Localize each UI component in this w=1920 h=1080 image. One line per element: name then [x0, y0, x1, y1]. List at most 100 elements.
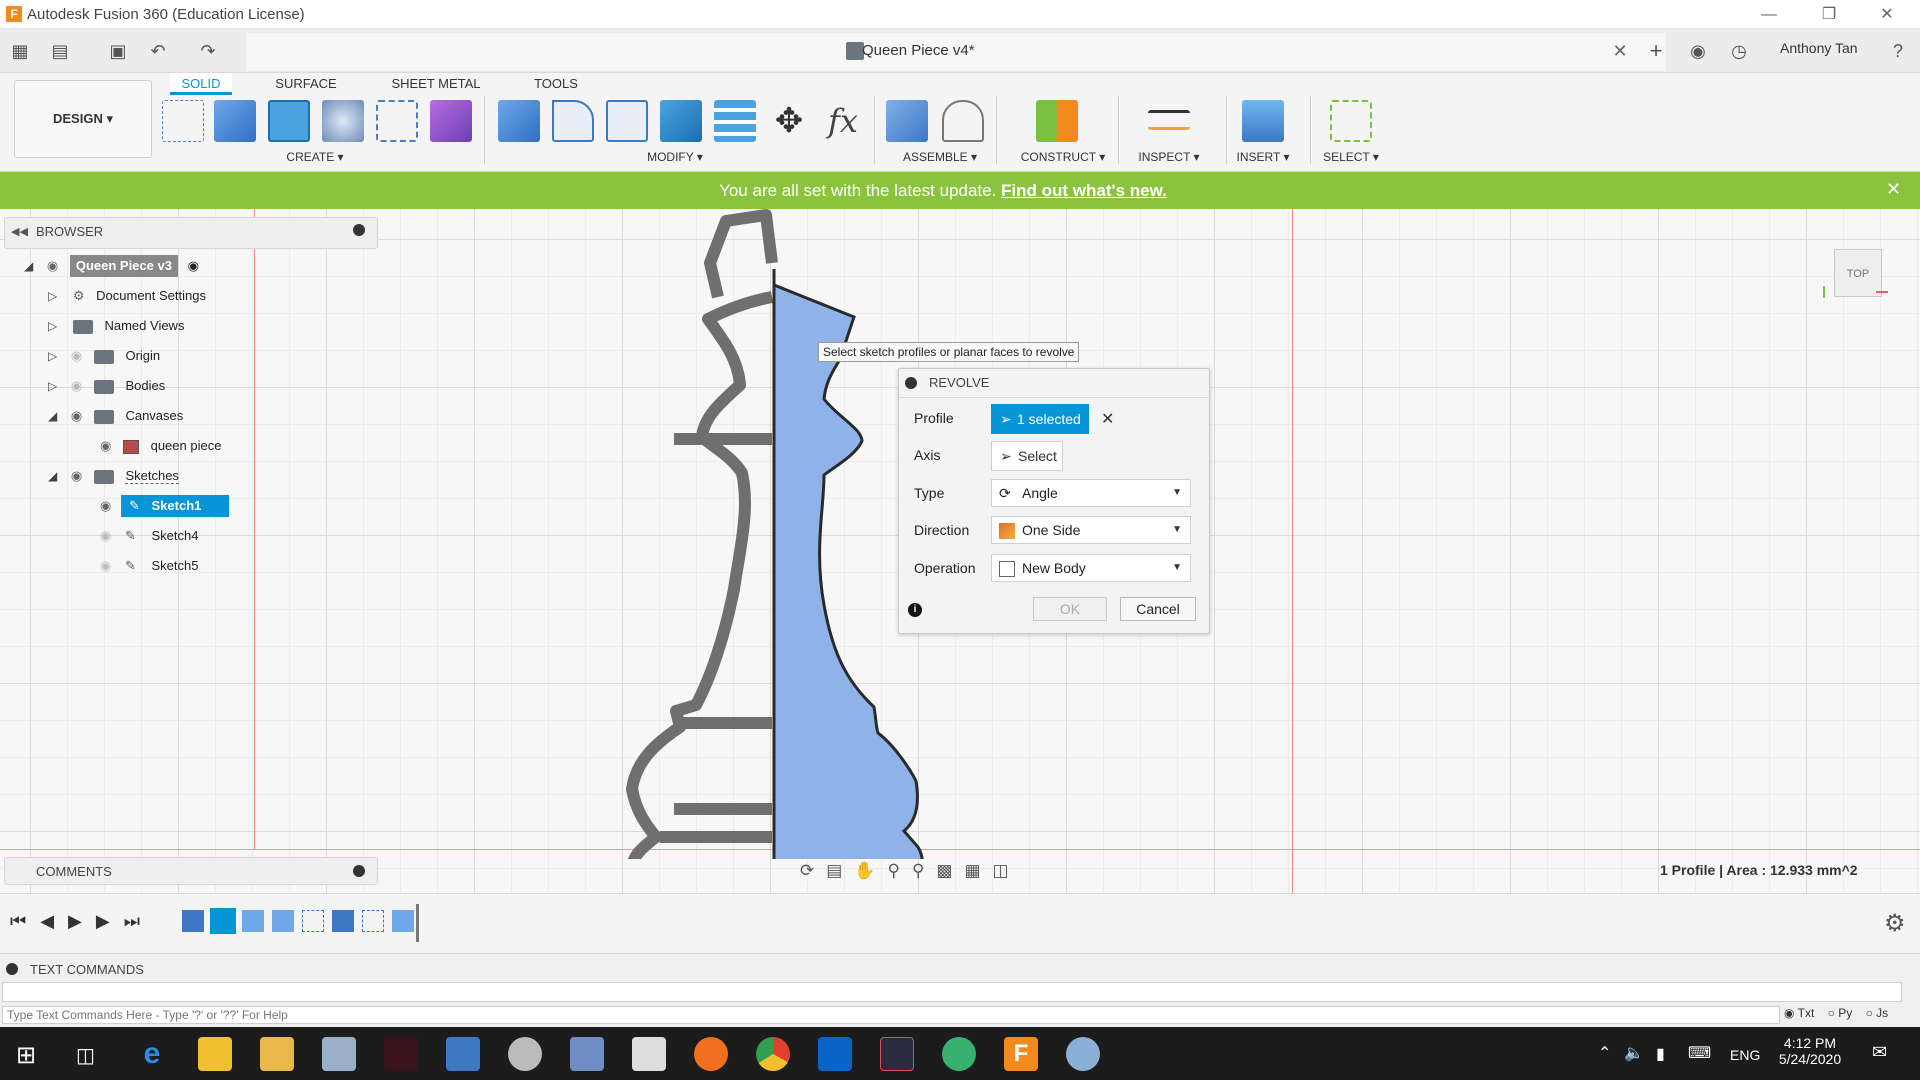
timeline-revolve-icon[interactable]	[272, 910, 294, 932]
tab-sheet-metal[interactable]: SHEET METAL	[386, 73, 486, 95]
task-view-icon[interactable]: ◫	[76, 1043, 95, 1068]
visibility-eye-icon[interactable]: ◉	[47, 258, 58, 273]
move-icon[interactable]: ✥	[768, 100, 810, 142]
text-command-input[interactable]	[2, 1006, 1780, 1024]
timeline-sketch-icon[interactable]	[302, 910, 324, 932]
file-explorer-icon[interactable]	[260, 1037, 294, 1071]
save-icon[interactable]: ▣	[106, 39, 130, 63]
tab-solid[interactable]: SOLID	[170, 73, 232, 95]
windows-start-icon[interactable]: ⊞	[16, 1041, 36, 1070]
direction-dropdown[interactable]: One Side ▼	[991, 516, 1191, 544]
pan-icon[interactable]: ✋	[854, 861, 887, 880]
redo-icon[interactable]: ↷	[196, 39, 220, 63]
rectangular-pattern-icon[interactable]	[376, 100, 418, 142]
taskbar-app-icon[interactable]	[384, 1037, 418, 1071]
collapse-triangle-icon[interactable]: ◢	[24, 259, 33, 273]
parameters-icon[interactable]: fx	[822, 100, 864, 142]
clear-selection-icon[interactable]: ✕	[1101, 409, 1114, 429]
fillet-icon[interactable]	[552, 100, 594, 142]
browser-item-sketch5[interactable]: ◉ ✎ Sketch5	[100, 555, 198, 577]
browser-item-named-views[interactable]: ▷ Named Views	[48, 315, 184, 337]
orbit-icon[interactable]: ⟳	[800, 861, 826, 880]
grid-settings-icon[interactable]: ▦	[964, 861, 992, 880]
insert-canvas-icon[interactable]	[1242, 100, 1284, 142]
visibility-eye-icon[interactable]: ◉	[71, 408, 82, 423]
expand-triangle-icon[interactable]: ▷	[48, 319, 57, 333]
hole-icon[interactable]	[322, 100, 364, 142]
taskbar-app-icon[interactable]	[322, 1037, 356, 1071]
fit-icon[interactable]: ⚲	[912, 861, 936, 880]
split-body-icon[interactable]	[714, 100, 756, 142]
step-forward-icon[interactable]: ▶	[96, 911, 124, 931]
browser-item-queen-piece[interactable]: ◉ queen piece	[100, 435, 221, 457]
type-dropdown[interactable]: ⟳ Angle ▼	[991, 479, 1191, 507]
timeline-revolve-icon[interactable]	[242, 910, 264, 932]
construct-group-label[interactable]: CONSTRUCT ▾	[1008, 150, 1118, 164]
modify-group-label[interactable]: MODIFY ▾	[630, 150, 720, 164]
file-menu-icon[interactable]: ▤	[48, 39, 72, 63]
joint-icon[interactable]	[942, 100, 984, 142]
hidden-eye-icon[interactable]: ◉	[100, 528, 111, 543]
browser-item-document-settings[interactable]: ▷ ⚙ Document Settings	[48, 285, 206, 307]
inspect-group-label[interactable]: INSPECT ▾	[1124, 150, 1214, 164]
visibility-eye-icon[interactable]: ◉	[100, 498, 111, 513]
create-sketch-icon[interactable]	[162, 100, 204, 142]
job-status-icon[interactable]: ◷	[1727, 39, 1751, 63]
visibility-eye-icon[interactable]: ◉	[100, 438, 111, 453]
browser-item-bodies[interactable]: ▷ ◉ Bodies	[48, 375, 165, 397]
radio-js[interactable]: ○	[1866, 1006, 1873, 1020]
timeline-sketch-selected-icon[interactable]	[210, 908, 236, 934]
add-comment-icon[interactable]	[353, 865, 365, 877]
notifications-icon[interactable]: ✉	[1872, 1042, 1887, 1063]
press-pull-icon[interactable]	[498, 100, 540, 142]
chamfer-icon[interactable]	[606, 100, 648, 142]
go-to-end-icon[interactable]: ⏭	[124, 911, 154, 931]
profile-selector[interactable]: ➢ 1 selected	[991, 404, 1089, 434]
close-tab-icon[interactable]: ✕	[1608, 39, 1632, 63]
queen-piece-sketch[interactable]	[600, 209, 940, 859]
volume-icon[interactable]: 🔈	[1624, 1043, 1644, 1063]
timeline-marker[interactable]	[416, 904, 419, 942]
viewcube[interactable]: TOP	[1834, 249, 1882, 297]
collapse-dialog-icon[interactable]	[905, 377, 917, 389]
expand-triangle-icon[interactable]: ▷	[48, 379, 57, 393]
new-tab-icon[interactable]: +	[1644, 39, 1668, 63]
assemble-group-label[interactable]: ASSEMBLE ▾	[890, 150, 990, 164]
taskbar-app-icon[interactable]	[570, 1037, 604, 1071]
browser-root[interactable]: ◢ ◉ Queen Piece v3 ◉	[24, 255, 264, 277]
hidden-eye-icon[interactable]: ◉	[71, 348, 82, 363]
minimize-button[interactable]: —	[1754, 4, 1784, 26]
measure-icon[interactable]	[1148, 110, 1190, 130]
browser-item-sketches[interactable]: ◢ ◉ Sketches	[48, 465, 179, 487]
look-at-icon[interactable]: ▤	[826, 861, 854, 880]
cancel-button[interactable]: Cancel	[1120, 597, 1196, 621]
play-icon[interactable]: ▶	[68, 911, 96, 931]
step-back-icon[interactable]: ◀	[40, 911, 68, 931]
select-group-label[interactable]: SELECT ▾	[1306, 150, 1396, 164]
outlook-icon[interactable]	[818, 1037, 852, 1071]
timeline-sketch-icon[interactable]	[362, 910, 384, 932]
app-grid-icon[interactable]: ▦	[8, 39, 32, 63]
extrude-icon[interactable]	[214, 100, 256, 142]
show-hidden-icons[interactable]: ⌃	[1598, 1043, 1611, 1063]
navigation-bar[interactable]: ⟳▤✋⚲⚲▩▦◫	[800, 861, 1100, 883]
revolve-icon[interactable]	[268, 100, 310, 142]
info-icon[interactable]: i	[908, 603, 922, 617]
close-window-button[interactable]: ✕	[1872, 4, 1902, 26]
tab-surface[interactable]: SURFACE	[270, 73, 342, 95]
firefox-icon[interactable]	[694, 1037, 728, 1071]
taskbar-app-icon[interactable]	[942, 1037, 976, 1071]
go-to-start-icon[interactable]: ⏮	[10, 911, 40, 931]
edge-browser-icon[interactable]: e	[135, 1037, 169, 1071]
insert-group-label[interactable]: INSERT ▾	[1218, 150, 1308, 164]
operation-dropdown[interactable]: New Body ▼	[991, 554, 1191, 582]
keyboard-icon[interactable]: ⌨	[1688, 1043, 1711, 1063]
extensions-icon[interactable]: ◉	[1686, 39, 1710, 63]
create-form-icon[interactable]	[430, 100, 472, 142]
battery-icon[interactable]: ▮	[1656, 1044, 1665, 1064]
collapse-triangle-icon[interactable]: ◢	[48, 469, 57, 483]
collapse-triangle-icon[interactable]: ◢	[48, 409, 57, 423]
timeline-feature-icon[interactable]	[182, 910, 204, 932]
banner-link[interactable]: Find out what's new.	[1001, 181, 1167, 200]
viewports-icon[interactable]: ◫	[993, 861, 1021, 880]
